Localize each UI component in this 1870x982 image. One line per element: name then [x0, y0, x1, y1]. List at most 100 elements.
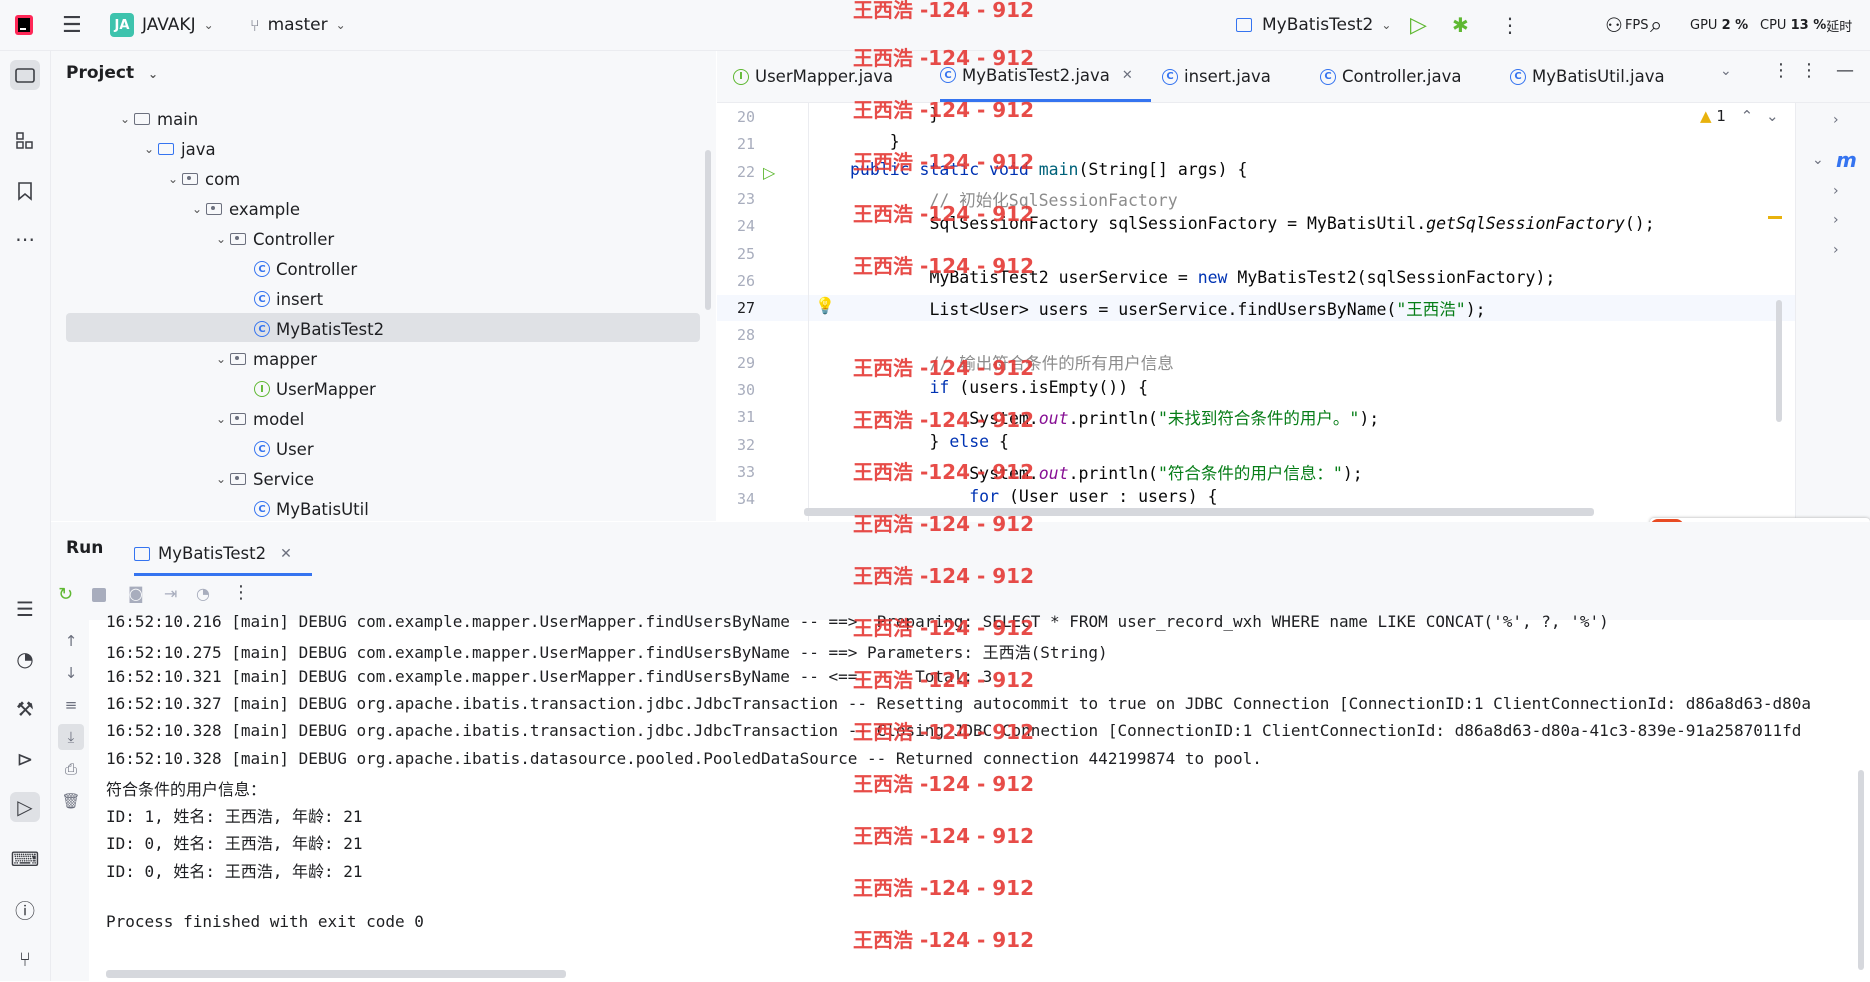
- editor-scrollbar[interactable]: [1776, 300, 1782, 422]
- watermark-text: 王西浩 -124 - 912: [853, 460, 1034, 484]
- trash-icon[interactable]: 🗑: [58, 788, 84, 814]
- folder-icon[interactable]: [10, 60, 40, 90]
- tree-item-label: UserMapper: [276, 379, 376, 399]
- todo-list-icon[interactable]: ☰: [10, 594, 40, 624]
- stop-icon[interactable]: [92, 588, 106, 602]
- minimize-icon[interactable]: —: [1836, 60, 1854, 81]
- chevron-down-icon[interactable]: ⌄: [212, 412, 230, 426]
- scroll-to-end-icon[interactable]: ⤓: [58, 724, 84, 750]
- chevron-down-icon[interactable]: ⌄: [116, 112, 134, 126]
- tree-item[interactable]: C User: [236, 435, 314, 463]
- watermark-text: 王西浩 -124 - 912: [853, 616, 1034, 640]
- class-icon: C: [254, 441, 270, 457]
- watermark-text: 王西浩 -124 - 912: [853, 202, 1034, 226]
- more-tools-icon[interactable]: ⋯: [10, 224, 40, 254]
- tree-item[interactable]: ⌄ com: [164, 165, 240, 193]
- class-icon: C: [1320, 68, 1336, 85]
- run-tab-mybatistest2[interactable]: MyBatisTest2 ✕: [134, 534, 312, 576]
- tree-item[interactable]: ⌄ java: [140, 135, 216, 163]
- debug-icon[interactable]: ✱: [1452, 0, 1469, 50]
- more-actions-icon[interactable]: ⋮: [1500, 0, 1520, 50]
- tree-item[interactable]: Cinsert: [236, 285, 323, 313]
- tree-item[interactable]: ⌄ example: [188, 195, 300, 223]
- branch-selector[interactable]: ⑂ master ⌄: [250, 0, 346, 50]
- chevron-down-icon[interactable]: ⌄: [140, 142, 158, 156]
- project-selector[interactable]: JA JAVAKJ ⌄: [110, 0, 214, 50]
- console-line: ID: 0, 姓名: 王西浩, 年龄: 21: [106, 834, 363, 854]
- tree-item[interactable]: ⌄ mapper: [212, 345, 317, 373]
- project-panel-header[interactable]: Project ⌄: [66, 63, 158, 83]
- gutter-divider: [808, 103, 809, 521]
- print-icon[interactable]: ⎙: [58, 756, 84, 782]
- project-scrollbar[interactable]: [705, 150, 711, 310]
- main-menu-icon[interactable]: ☰: [62, 0, 82, 50]
- close-icon[interactable]: ✕: [280, 546, 292, 562]
- lightbulb-icon[interactable]: 💡: [815, 296, 835, 315]
- chevron-right-icon[interactable]: ›: [1833, 242, 1839, 258]
- problems-icon[interactable]: ⓘ: [10, 894, 40, 924]
- build-icon[interactable]: ⚒: [10, 694, 40, 724]
- more-actions-icon[interactable]: ⋮: [232, 582, 250, 603]
- chevron-up-icon[interactable]: ⌃: [1741, 107, 1754, 125]
- chevron-down-icon: ⌄: [335, 18, 346, 32]
- run-icon[interactable]: ▷: [1410, 0, 1427, 50]
- editor-tab[interactable]: Cinsert.java: [1162, 51, 1271, 102]
- chevron-right-icon[interactable]: ›: [1833, 183, 1839, 199]
- chevron-right-icon[interactable]: ›: [1833, 212, 1839, 228]
- chevron-down-icon[interactable]: ⌄: [1812, 152, 1824, 168]
- tab-more-icon[interactable]: ⋮: [1772, 60, 1790, 81]
- app-logo-icon[interactable]: [14, 0, 34, 50]
- structure-icon[interactable]: [10, 126, 40, 156]
- terminal-icon[interactable]: ⌨: [10, 844, 40, 874]
- tree-item-label: Controller: [276, 259, 358, 279]
- chevron-down-icon[interactable]: ⌄: [212, 472, 230, 486]
- tree-item[interactable]: ⌄ Controller: [212, 225, 334, 253]
- editor-tab-label: Controller.java: [1342, 67, 1462, 86]
- search-icon[interactable]: ⌕: [1650, 0, 1662, 50]
- gauge-icon[interactable]: ◔: [196, 584, 210, 603]
- tree-item[interactable]: ⌄ model: [212, 405, 304, 433]
- close-icon[interactable]: ✕: [1122, 68, 1133, 83]
- profiler-icon[interactable]: ◔: [10, 644, 40, 674]
- chevron-right-icon[interactable]: ›: [1833, 112, 1839, 128]
- tree-item[interactable]: I UserMapper: [236, 375, 376, 403]
- interface-icon: I: [254, 381, 270, 397]
- tree-item-label: User: [276, 439, 314, 459]
- run-panel-title[interactable]: Run: [66, 538, 103, 558]
- console-scrollbar[interactable]: [1858, 770, 1864, 970]
- maven-icon[interactable]: m: [1836, 148, 1857, 172]
- tree-item[interactable]: ⌄ main: [116, 105, 198, 133]
- chevron-down-icon[interactable]: ⌄: [212, 352, 230, 366]
- soft-wrap-icon[interactable]: ≡: [58, 692, 84, 718]
- code-line-27[interactable]: List<User> users = userService.findUsers…: [850, 296, 1485, 320]
- arrow-up-icon[interactable]: ↑: [58, 628, 84, 654]
- tab-overflow-icon[interactable]: ⌄: [1720, 63, 1732, 79]
- chevron-down-icon[interactable]: ⌄: [188, 202, 206, 216]
- exit-icon[interactable]: ⇥: [164, 584, 177, 603]
- code-line-34[interactable]: for (User user : users) {: [850, 487, 1217, 506]
- chevron-down-icon[interactable]: ⌄: [1766, 107, 1779, 125]
- run-config-selector[interactable]: MyBatisTest2 ⌄: [1236, 0, 1391, 50]
- warning-counter[interactable]: ▲ 1 ⌃ ⌄: [1700, 107, 1779, 125]
- arrow-down-icon[interactable]: ↓: [58, 660, 84, 686]
- editor-tab[interactable]: C Controller.java: [1320, 51, 1461, 102]
- tree-item[interactable]: C MyBatisTest2: [236, 315, 384, 343]
- chevron-down-icon[interactable]: ⌄: [212, 232, 230, 246]
- bookmark-icon[interactable]: [10, 176, 40, 206]
- services-icon[interactable]: ⊳: [10, 744, 40, 774]
- panel-options-icon[interactable]: ⋮: [1800, 60, 1818, 81]
- editor-tab[interactable]: C MyBatisUtil.java: [1510, 51, 1665, 102]
- run-gutter-icon[interactable]: ▷: [763, 163, 775, 182]
- line-number: 33: [736, 462, 755, 481]
- run-tool-icon[interactable]: ▷: [10, 792, 40, 822]
- line-number: 23: [736, 189, 755, 208]
- camera-icon[interactable]: ◙: [128, 584, 144, 603]
- code-line-32[interactable]: } else {: [850, 432, 1009, 451]
- tree-item[interactable]: C MyBatisUtil: [236, 495, 369, 523]
- tree-item[interactable]: ⌄ Service: [212, 465, 314, 493]
- chevron-down-icon[interactable]: ⌄: [164, 172, 182, 186]
- console-hscrollbar[interactable]: [106, 970, 566, 978]
- tree-item[interactable]: C Controller: [236, 255, 357, 283]
- git-icon[interactable]: ⑂: [10, 944, 40, 974]
- rerun-icon[interactable]: ↻: [58, 584, 73, 605]
